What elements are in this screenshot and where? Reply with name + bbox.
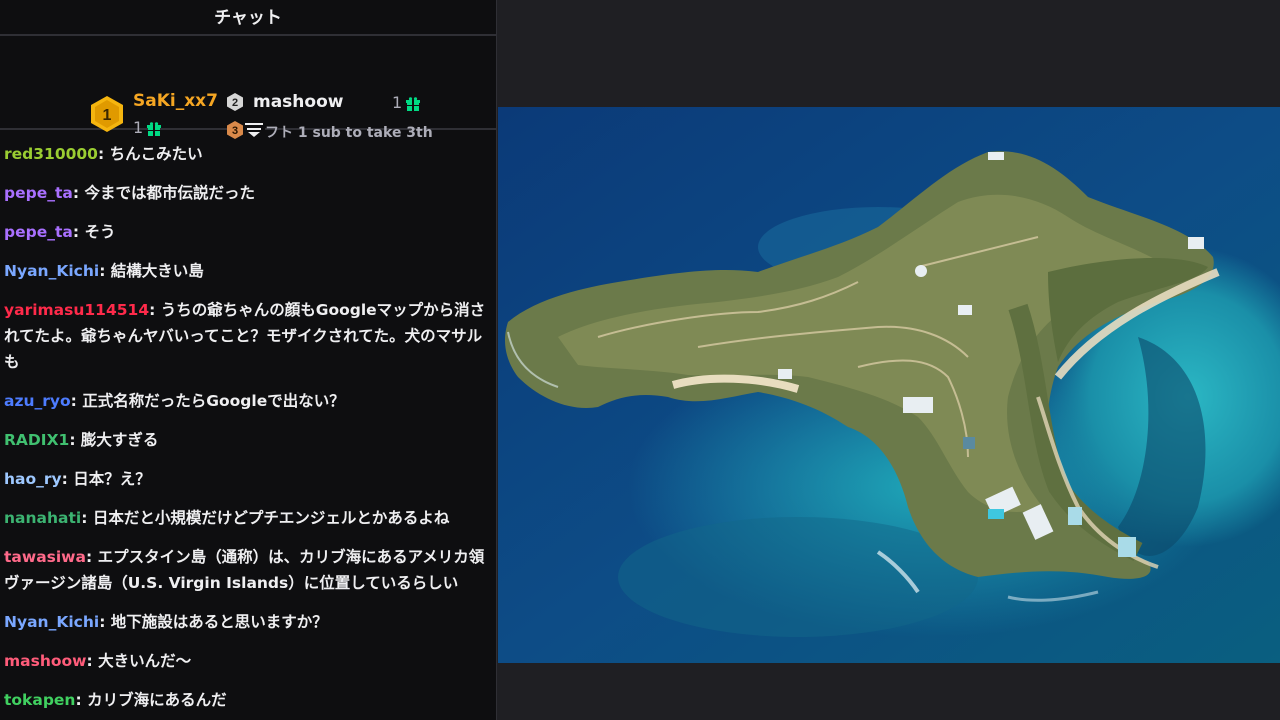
island-aerial-image [498,107,1280,663]
chat-username[interactable]: Nyan_Kichi [4,613,99,631]
chat-separator: : [72,223,85,241]
gift-leaderboard: 1 SaKi_xx7 1 2 mashoow 1 3 ギフト 1 sub to … [0,36,496,141]
chat-message-text: 日本だと小規模だけどプチエンジェルとかあるよね [92,509,450,527]
chat-separator: : [75,691,88,709]
chat-message: Nyan_Kichi: 結構大きい島 [0,258,496,284]
video-player[interactable] [498,107,1280,663]
chat-username[interactable]: pepe_ta [4,223,73,241]
chat-message: RADIX1: 膨大すぎる [0,427,496,453]
chat-message: mashoow: 大きいんだ〜 [0,648,496,674]
chat-message-text: 大きいんだ〜 [98,652,192,670]
chat-separator: : [85,548,98,566]
gift-icon [406,96,421,111]
chat-message-text: カリブ海にあるんだ [87,691,227,709]
gift-icon [147,121,162,136]
chat-separator: : [61,470,74,488]
rank-2-label: 2 [232,97,238,109]
chat-message-text: 日本？え？ [73,470,151,488]
medal-icon: 1 [88,95,126,133]
first-place-count-value: 1 [133,118,144,137]
rank-3-badge: 3 [226,121,244,139]
chat-username[interactable]: pepe_ta [4,184,73,202]
chat-separator: : [97,145,110,163]
chat-message: yarimasu114514: うちの爺ちゃんの顔もGoogleマップから消され… [0,297,496,375]
chat-separator: : [99,262,111,280]
first-place-name[interactable]: SaKi_xx7 [133,91,218,111]
chat-separator: : [72,184,85,202]
first-place-count: 1 [133,118,162,137]
chat-separator: : [149,301,161,319]
chat-username[interactable]: tokapen [4,691,75,709]
chat-message: tawasiwa: エプスタイン島（通称）は、カリブ海にあるアメリカ領ヴァージン… [0,544,496,596]
chat-message-text: そう [84,223,116,241]
chat-separator: : [69,431,81,449]
chat-separator: : [86,652,99,670]
chat-username[interactable]: red310000 [4,145,98,163]
rank-1-label: 1 [103,107,112,124]
chat-username[interactable]: tawasiwa [4,548,86,566]
chat-title: チャット [214,7,282,28]
chat-message: nanahati: 日本だと小規模だけどプチエンジェルとかあるよね [0,505,496,531]
second-place-name[interactable]: mashoow [253,92,343,112]
second-place-count: 1 [392,93,421,112]
chat-username[interactable]: Nyan_Kichi [4,262,99,280]
chat-separator: : [70,392,83,410]
video-area [498,0,1280,720]
chat-panel: チャット 1 SaKi_xx7 1 2 mashoow 1 3 ギフト 1 su… [0,0,497,720]
second-place-count-value: 1 [392,93,403,112]
chat-message: Nyan_Kichi: 地下施設はあると思いますか？ [0,609,496,635]
chat-username[interactable]: mashoow [4,652,87,670]
chat-username[interactable]: nanahati [4,509,81,527]
chat-message: pepe_ta: そう [0,219,496,245]
collapse-leaderboard-button[interactable] [243,120,265,140]
chat-username[interactable]: hao_ry [4,470,62,488]
chat-username[interactable]: yarimasu114514 [4,301,149,319]
chat-username[interactable]: azu_ryo [4,392,71,410]
chat-message-text: 正式名称だったらGoogleで出ない？ [82,392,345,410]
chat-header: チャット [0,0,496,36]
third-place-prompt: ギフト 1 sub to take 3th [251,125,433,141]
chat-separator: : [99,613,111,631]
rank-3-label: 3 [232,125,238,137]
chat-message-text: 地下施設はあると思いますか？ [110,613,328,631]
chat-message: azu_ryo: 正式名称だったらGoogleで出ない？ [0,388,496,414]
chat-message: tokapen: カリブ海にあるんだ [0,687,496,713]
chat-message-text: ちんこみたい [109,145,203,163]
chat-separator: : [81,509,93,527]
chat-message-text: 結構大きい島 [110,262,204,280]
chat-message: hao_ry: 日本？え？ [0,466,496,492]
chat-message-text: 膨大すぎる [80,431,159,449]
chat-username[interactable]: RADIX1 [4,431,69,449]
chat-message-list: red310000: ちんこみたい pepe_ta: 今までは都市伝説だった pep… [0,141,496,720]
collapse-icon [245,123,263,137]
chat-message-text: 今までは都市伝説だった [84,184,255,202]
chat-message: pepe_ta: 今までは都市伝説だった [0,180,496,206]
chat-message: red310000: ちんこみたい [0,141,496,167]
rank-2-badge: 2 [226,93,244,111]
